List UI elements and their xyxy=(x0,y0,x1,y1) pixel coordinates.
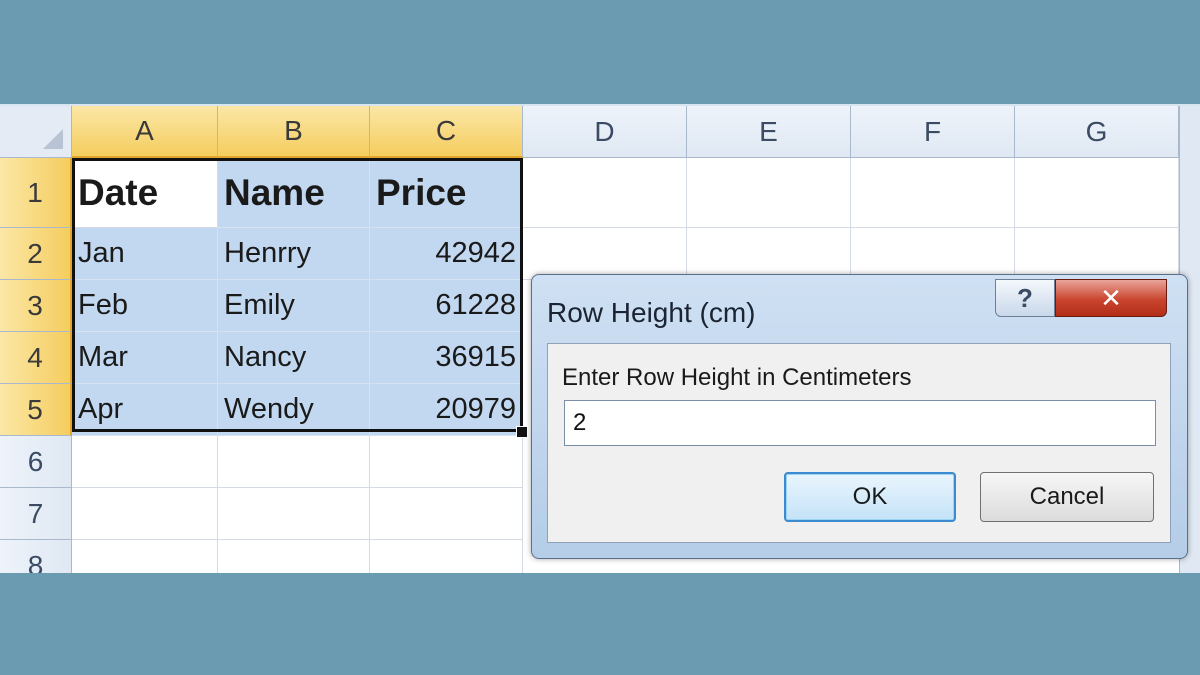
help-icon: ? xyxy=(1017,282,1033,313)
cell-e1[interactable] xyxy=(687,158,851,228)
cell-g1[interactable] xyxy=(1015,158,1179,228)
row-header-4[interactable]: 4 xyxy=(0,332,72,384)
cell-b5[interactable]: Wendy xyxy=(218,384,370,436)
cell-a3[interactable]: Feb xyxy=(72,280,218,332)
cell-c1[interactable]: Price xyxy=(370,158,523,228)
cell-b2[interactable]: Henrry xyxy=(218,228,370,280)
select-all-corner[interactable] xyxy=(0,106,72,158)
cancel-button[interactable]: Cancel xyxy=(980,472,1154,522)
cell-b6[interactable] xyxy=(218,436,370,488)
cell-a5[interactable]: Apr xyxy=(72,384,218,436)
cell-c7[interactable] xyxy=(370,488,523,540)
row-header-5[interactable]: 5 xyxy=(0,384,72,436)
cell-c3[interactable]: 61228 xyxy=(370,280,523,332)
close-icon: ✕ xyxy=(1100,282,1122,313)
column-header-b[interactable]: B xyxy=(218,106,370,158)
row-header-8[interactable]: 8 xyxy=(0,540,72,573)
column-header-c[interactable]: C xyxy=(370,106,523,158)
cell-a6[interactable] xyxy=(72,436,218,488)
column-header-row: A B C D E F G xyxy=(0,106,1200,158)
cell-d1[interactable] xyxy=(523,158,687,228)
cell-e2[interactable] xyxy=(687,228,851,280)
cell-a4[interactable]: Mar xyxy=(72,332,218,384)
column-header-f[interactable]: F xyxy=(851,106,1015,158)
row-header-2[interactable]: 2 xyxy=(0,228,72,280)
cell-c6[interactable] xyxy=(370,436,523,488)
cell-b7[interactable] xyxy=(218,488,370,540)
cell-c8[interactable] xyxy=(370,540,523,573)
row-header-7[interactable]: 7 xyxy=(0,488,72,540)
cell-d2[interactable] xyxy=(523,228,687,280)
fill-handle[interactable] xyxy=(516,426,528,438)
cell-f2[interactable] xyxy=(851,228,1015,280)
ok-button[interactable]: OK xyxy=(784,472,956,522)
cell-a2[interactable]: Jan xyxy=(72,228,218,280)
row-height-input[interactable]: 2 xyxy=(564,400,1156,446)
cell-b1[interactable]: Name xyxy=(218,158,370,228)
column-header-g[interactable]: G xyxy=(1015,106,1179,158)
row-height-prompt: Enter Row Height in Centimeters xyxy=(562,364,912,391)
spreadsheet-grid: A B C D E F G 1 2 3 4 5 6 7 8 Date Name … xyxy=(0,104,1200,573)
close-button[interactable]: ✕ xyxy=(1055,279,1167,317)
cell-g2[interactable] xyxy=(1015,228,1179,280)
row-header-1[interactable]: 1 xyxy=(0,158,72,228)
cell-b3[interactable]: Emily xyxy=(218,280,370,332)
dialog-title: Row Height (cm) xyxy=(547,297,756,328)
row-header-6[interactable]: 6 xyxy=(0,436,72,488)
dialog-body: Enter Row Height in Centimeters 2 OK Can… xyxy=(547,343,1171,543)
cell-b4[interactable]: Nancy xyxy=(218,332,370,384)
cell-c4[interactable]: 36915 xyxy=(370,332,523,384)
column-header-d[interactable]: D xyxy=(523,106,687,158)
row-height-dialog: Row Height (cm) ? ✕ Enter Row Height in … xyxy=(531,274,1188,559)
column-header-a[interactable]: A xyxy=(72,106,218,158)
select-all-triangle-icon xyxy=(43,129,63,149)
cell-a7[interactable] xyxy=(72,488,218,540)
cell-c2[interactable]: 42942 xyxy=(370,228,523,280)
cell-a8[interactable] xyxy=(72,540,218,573)
cell-a1[interactable]: Date xyxy=(72,158,218,228)
cell-b8[interactable] xyxy=(218,540,370,573)
help-button[interactable]: ? xyxy=(995,279,1055,317)
row-header-3[interactable]: 3 xyxy=(0,280,72,332)
cell-c5[interactable]: 20979 xyxy=(370,384,523,436)
column-header-e[interactable]: E xyxy=(687,106,851,158)
cell-f1[interactable] xyxy=(851,158,1015,228)
